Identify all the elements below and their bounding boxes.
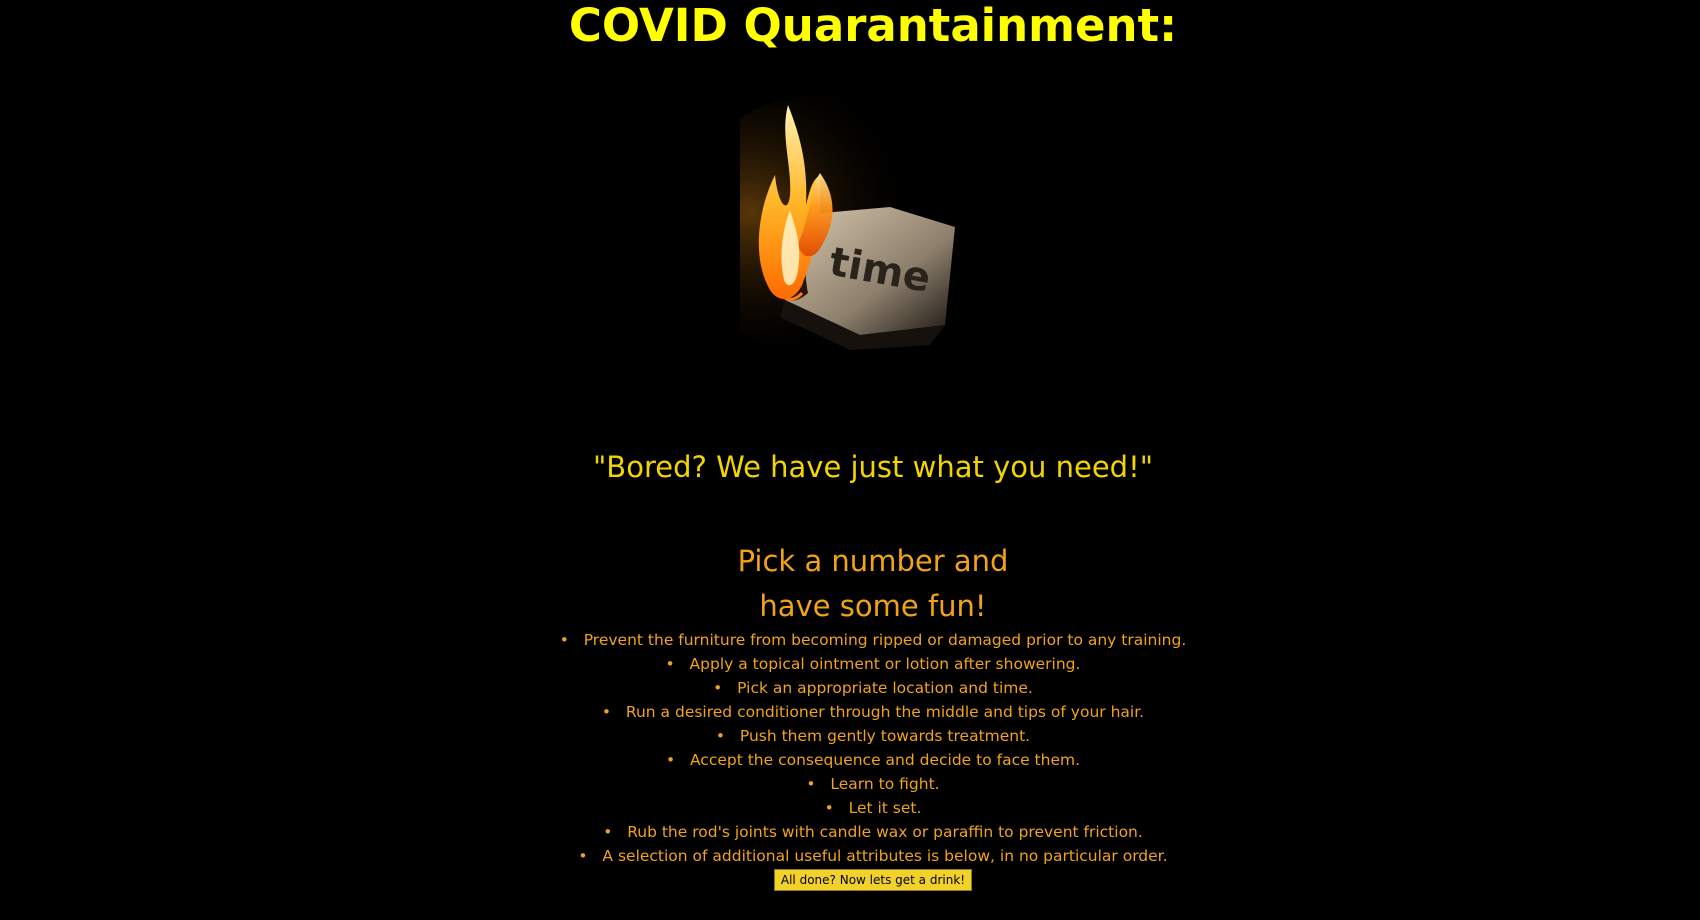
bullet-icon: • — [603, 823, 613, 841]
list-item: • Pick an appropriate location and time. — [0, 676, 1700, 700]
subheading-line-2: have some fun! — [759, 589, 987, 623]
get-a-drink-button[interactable]: All done? Now lets get a drink! — [773, 869, 973, 891]
cta-container: All done? Now lets get a drink! — [0, 869, 1700, 891]
list-item: • Learn to fight. — [0, 772, 1700, 796]
subheading-line-1: Pick a number and — [737, 544, 1009, 578]
bullet-icon: • — [665, 751, 676, 769]
list-item: • Run a desired conditioner through the m… — [0, 700, 1700, 724]
list-item: • Apply a topical ointment or lotion afte… — [0, 652, 1700, 676]
list-item: • Rub the rod's joints with candle wax or… — [0, 820, 1700, 844]
list-item: • Accept the consequence and decide to fa… — [0, 748, 1700, 772]
page: COVID Quarantainment: time "Bored? We ha… — [0, 0, 1700, 920]
bullet-icon: • — [601, 703, 612, 721]
tagline: "Bored? We have just what you need!" — [592, 450, 1154, 484]
bullet-icon: • — [824, 799, 834, 817]
list-item: • Prevent the furniture from becoming rip… — [0, 628, 1700, 652]
bullet-icon: • — [665, 655, 675, 673]
bullet-icon: • — [578, 847, 588, 865]
list-item: • Let it set. — [0, 796, 1700, 820]
subheading: Pick a number and have some fun! — [0, 539, 1700, 629]
burning-paper-image: time — [680, 95, 1070, 365]
activity-list: • Prevent the furniture from becoming rip… — [0, 628, 1700, 868]
list-item: • A selection of additional useful attrib… — [0, 844, 1700, 868]
flame-icon: time — [680, 95, 1070, 365]
bullet-icon: • — [713, 679, 723, 697]
bullet-icon: • — [559, 631, 569, 649]
page-title: COVID Quarantainment: — [568, 0, 1178, 52]
bullet-icon: • — [806, 775, 816, 793]
list-item: • Push them gently towards treatment. — [0, 724, 1700, 748]
bullet-icon: • — [715, 727, 726, 745]
